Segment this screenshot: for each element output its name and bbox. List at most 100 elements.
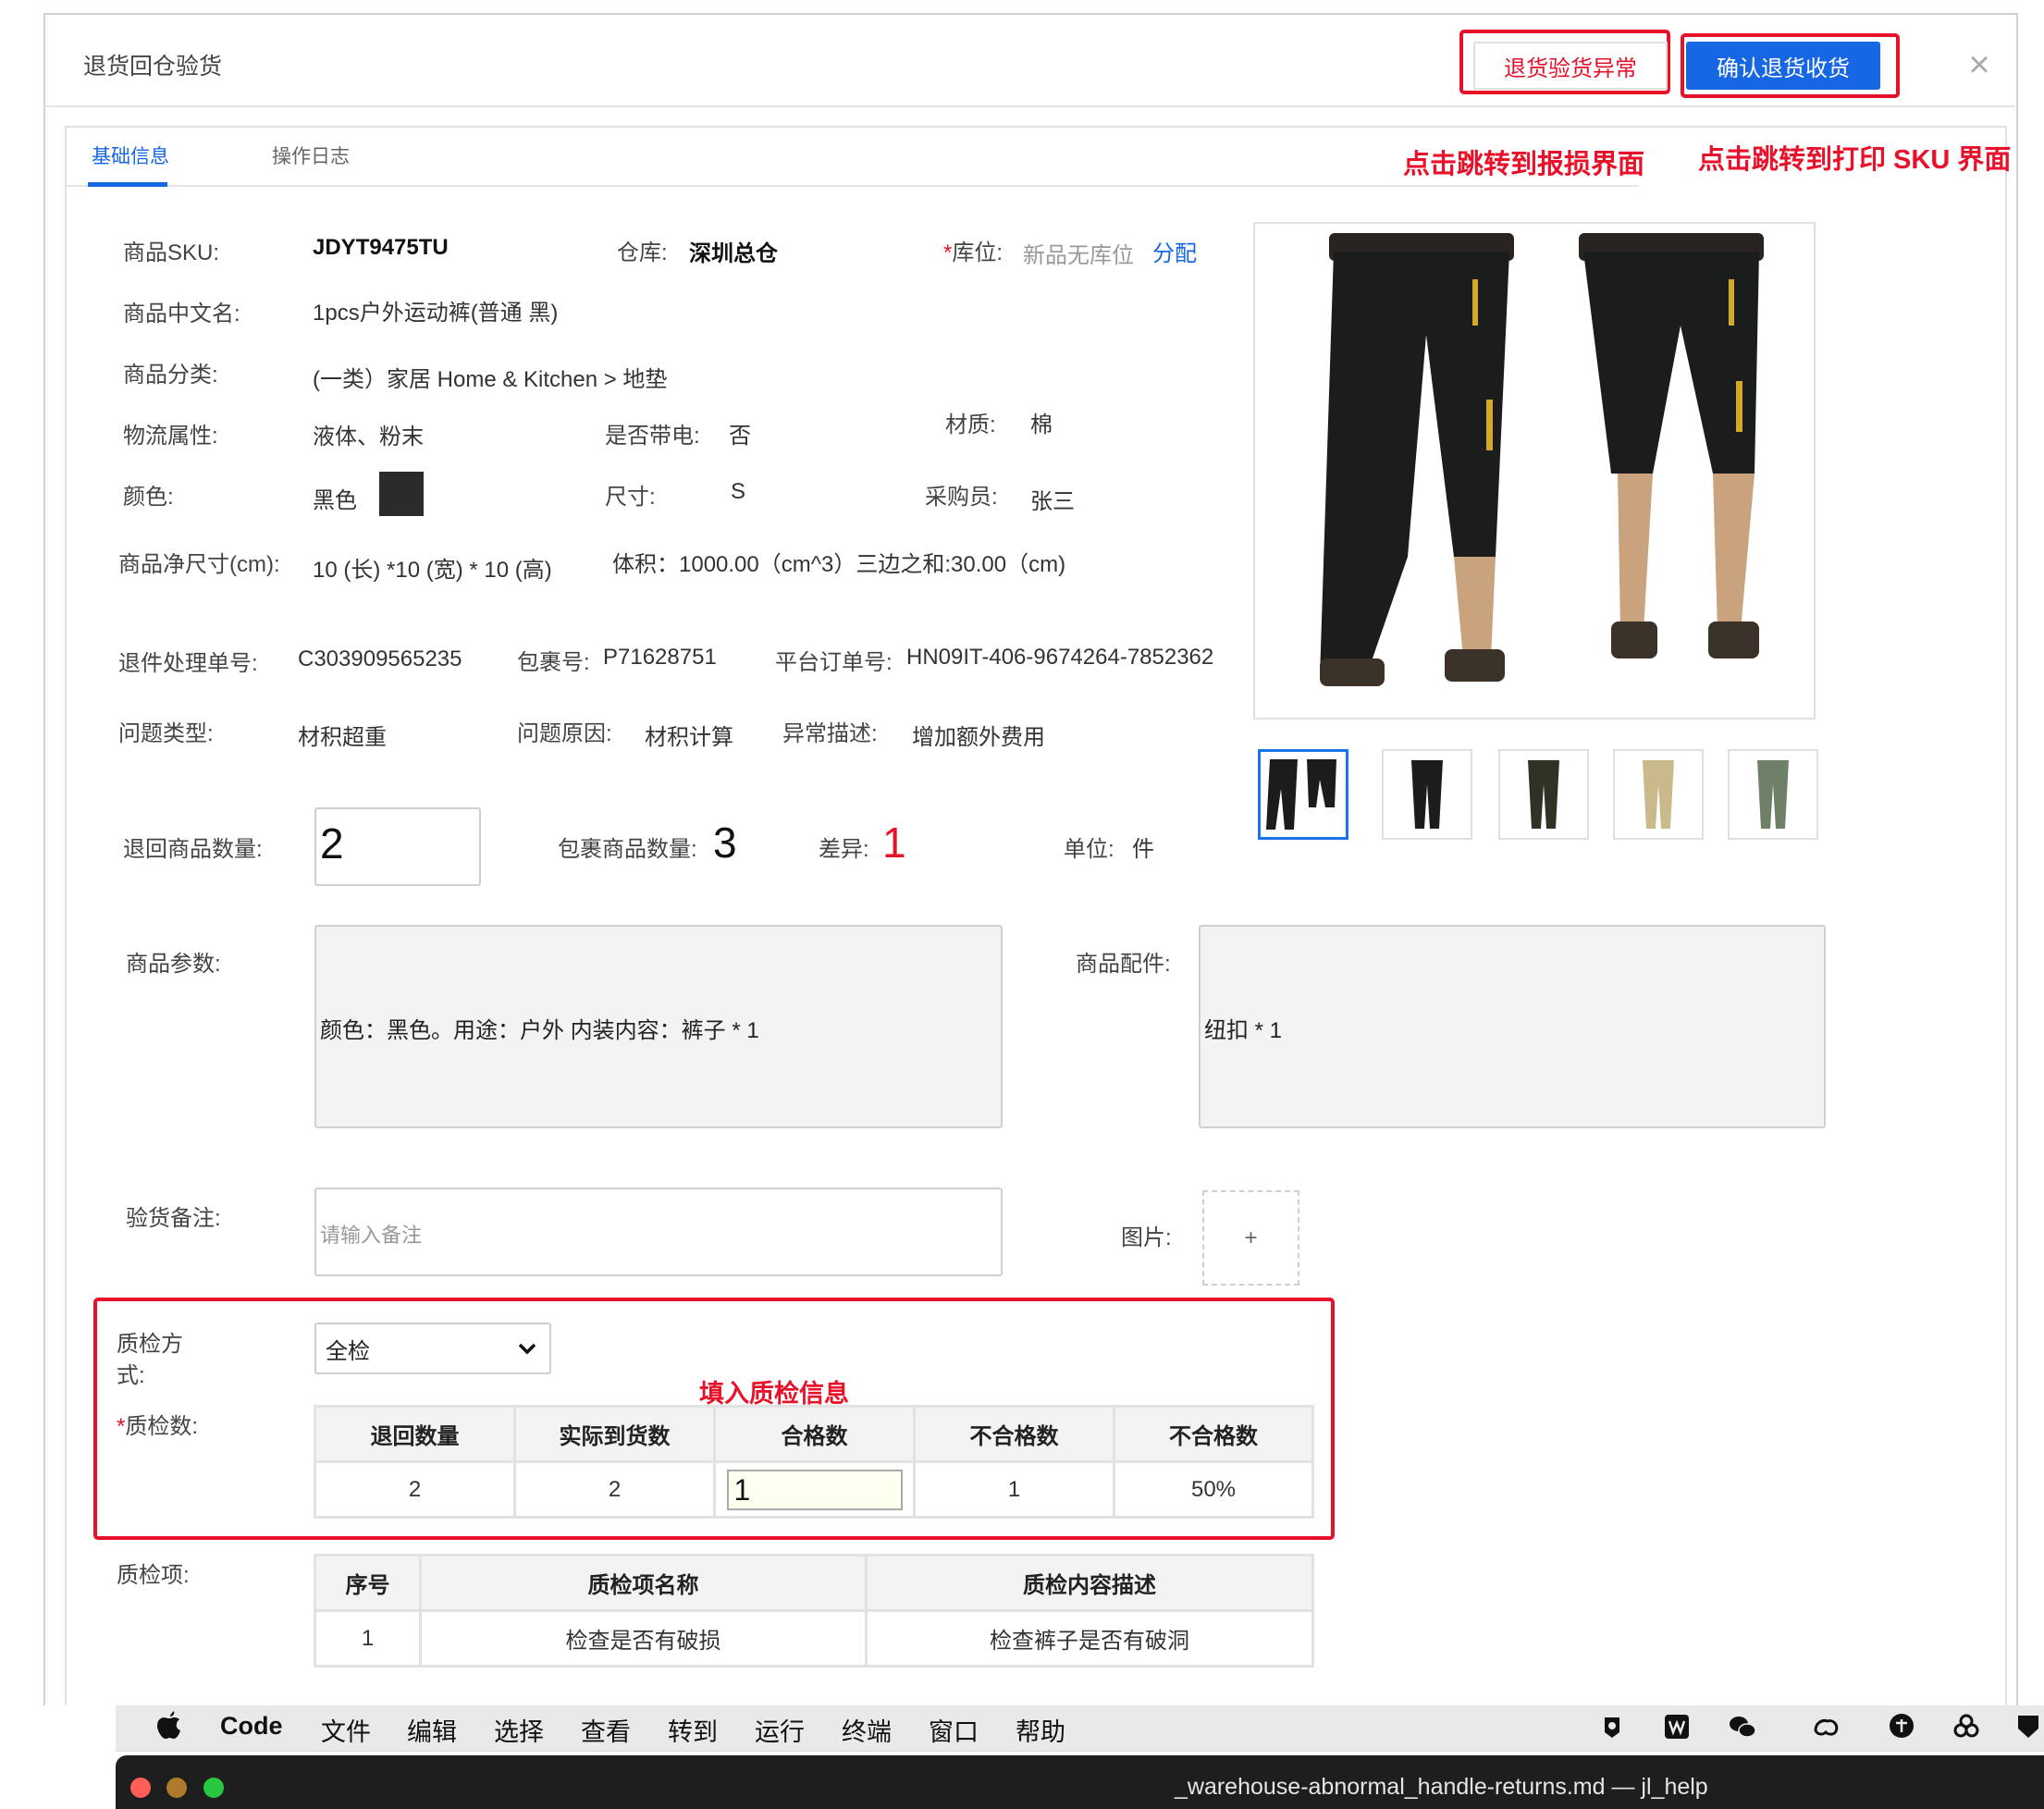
qc-items-header-no: 序号 (314, 1554, 422, 1612)
net-size-label: 商品净尺寸(cm): (118, 552, 280, 577)
unit-value: 件 (1132, 837, 1154, 862)
size-value: S (731, 479, 746, 504)
dialog-title: 退货回仓验货 (83, 54, 223, 80)
params-value: 颜色：黑色。用途：户外 内装内容：裤子 * 1 (320, 1018, 759, 1043)
pants-thumbnail-icon (1528, 760, 1559, 829)
tabs-divider (67, 185, 1639, 187)
sku-label: 商品SKU: (123, 240, 220, 265)
qc-method-select[interactable]: 全检 (314, 1323, 551, 1374)
window-close-button[interactable] (130, 1778, 151, 1798)
menu-run[interactable]: 运行 (755, 1712, 805, 1748)
net-size-value: 10 (长) *10 (宽) * 10 (高) (313, 558, 552, 583)
unit-label: 单位: (1064, 837, 1114, 862)
menu-file[interactable]: 文件 (321, 1712, 371, 1748)
package-qty-value: 3 (713, 818, 737, 867)
package-value: P71628751 (603, 645, 717, 670)
qc-items-table: 序号 质检项名称 质检内容描述 1 检查是否有破损 检查裤子是否有破洞 (314, 1554, 1314, 1667)
thumbnail-1[interactable] (1258, 749, 1348, 840)
thumbnail-2[interactable] (1382, 749, 1472, 840)
ticket-label: 退件处理单号: (118, 651, 258, 676)
qc-item-name: 检查是否有破损 (419, 1609, 868, 1667)
tray-link-icon[interactable] (1952, 1712, 1981, 1741)
buyer-label: 采购员: (925, 485, 998, 510)
editor-title-bar (116, 1755, 2044, 1809)
size-label: 尺寸: (605, 485, 656, 510)
location-value: 新品无库位 (1023, 243, 1134, 268)
qc-count-label-text: 质检数: (125, 1414, 199, 1439)
qc-header-returned: 退回数量 (314, 1405, 516, 1463)
tray-creative-cloud-icon[interactable] (1811, 1712, 1841, 1741)
return-inspection-abnormal-button[interactable]: 退货验货异常 (1473, 42, 1668, 90)
menu-help[interactable]: 帮助 (1016, 1712, 1065, 1748)
window-minimize-button[interactable] (166, 1778, 187, 1798)
thumbnail-4[interactable] (1613, 749, 1704, 840)
tray-bell-icon[interactable] (1597, 1712, 1627, 1741)
pants-thumbnail-icon (1411, 760, 1443, 829)
active-tab-indicator (88, 182, 167, 187)
pants-thumbnail-icon (1643, 760, 1674, 829)
category-value: (一类）家居 Home & Kitchen > 地垫 (313, 367, 668, 392)
qc-item-no: 1 (314, 1609, 422, 1667)
image-upload-button[interactable]: + (1202, 1190, 1299, 1286)
location-label-text: 库位: (952, 240, 1004, 265)
tray-wps-icon[interactable] (1662, 1712, 1692, 1741)
close-icon[interactable]: × (1961, 46, 1998, 83)
menu-window[interactable]: 窗口 (929, 1712, 979, 1748)
thumbnail-5[interactable] (1728, 749, 1818, 840)
remark-input[interactable]: 请输入备注 (314, 1188, 1003, 1276)
menu-terminal[interactable]: 终端 (842, 1712, 892, 1748)
table-row: 1 检查是否有破损 检查裤子是否有破洞 (314, 1609, 1314, 1667)
note-abnormal: 点击跳转到报损界面 (1403, 150, 1645, 179)
tab-basic-info[interactable]: 基础信息 (92, 142, 169, 169)
issue-reason-label: 问题原因: (517, 721, 612, 746)
params-textarea[interactable]: 颜色：黑色。用途：户外 内装内容：裤子 * 1 (314, 925, 1003, 1128)
menu-view[interactable]: 查看 (581, 1712, 631, 1748)
tray-shield-icon[interactable] (2014, 1712, 2042, 1741)
qc-passed-cell: 1 (713, 1460, 916, 1519)
qc-returned-cell: 2 (314, 1460, 516, 1519)
tab-operation-log[interactable]: 操作日志 (272, 142, 350, 169)
chevron-down-icon (518, 1343, 536, 1355)
color-label: 颜色: (123, 485, 174, 510)
menu-app-code[interactable]: Code (220, 1712, 283, 1741)
apple-icon[interactable] (155, 1709, 183, 1748)
qc-method-label: 质检方式: (117, 1332, 183, 1388)
tray-translate-icon[interactable] (1887, 1712, 1916, 1741)
qc-failed-rate-cell: 50% (1113, 1460, 1314, 1519)
package-label: 包裹号: (517, 650, 590, 675)
thumbnail-3[interactable] (1498, 749, 1589, 840)
required-mark: * (117, 1414, 126, 1439)
qc-count-table: 退回数量 实际到货数 合格数 不合格数 不合格数 2 2 1 1 50% (314, 1405, 1314, 1519)
difference-value: 1 (882, 818, 906, 867)
note-confirm: 点击跳转到打印 SKU 界面 (1698, 145, 2012, 175)
platform-order-label: 平台订单号: (775, 650, 893, 675)
qc-failed-cell: 1 (913, 1460, 1115, 1519)
volume-value: 体积：1000.00（cm^3）三边之和:30.00（cm) (612, 552, 1066, 577)
qc-method-value: 全检 (326, 1338, 370, 1364)
tray-wechat-icon[interactable] (1728, 1712, 1757, 1741)
buyer-value: 张三 (1030, 489, 1075, 514)
product-main-image (1253, 222, 1816, 720)
assign-location-link[interactable]: 分配 (1152, 235, 1197, 267)
qc-items-header-desc: 质检内容描述 (865, 1554, 1314, 1612)
package-qty-label: 包裹商品数量: (558, 837, 697, 862)
window-zoom-button[interactable] (203, 1778, 224, 1798)
qc-passed-input[interactable]: 1 (726, 1469, 903, 1510)
logistics-value: 液体、粉末 (313, 425, 424, 449)
qc-actual-cell: 2 (513, 1460, 716, 1519)
pants-thumbnail-icon (1757, 760, 1789, 829)
accessories-textarea[interactable]: 纽扣 * 1 (1199, 925, 1826, 1128)
required-mark: * (943, 240, 953, 265)
platform-order-value: HN09IT-406-9674264-7852362 (906, 645, 1214, 670)
accessories-value: 纽扣 * 1 (1204, 1018, 1283, 1043)
menu-edit[interactable]: 编辑 (407, 1712, 457, 1748)
menu-goto[interactable]: 转到 (668, 1712, 718, 1748)
returned-qty-input[interactable]: 2 (314, 807, 481, 886)
material-label: 材质: (945, 412, 996, 437)
qc-header-failed: 不合格数 (913, 1405, 1115, 1463)
menu-select[interactable]: 选择 (494, 1712, 544, 1748)
warehouse-value: 深圳总仓 (689, 241, 778, 266)
warehouse-label: 仓库: (617, 240, 668, 265)
confirm-return-receipt-button[interactable]: 确认退货收货 (1686, 42, 1880, 90)
color-value: 黑色 (313, 488, 357, 513)
